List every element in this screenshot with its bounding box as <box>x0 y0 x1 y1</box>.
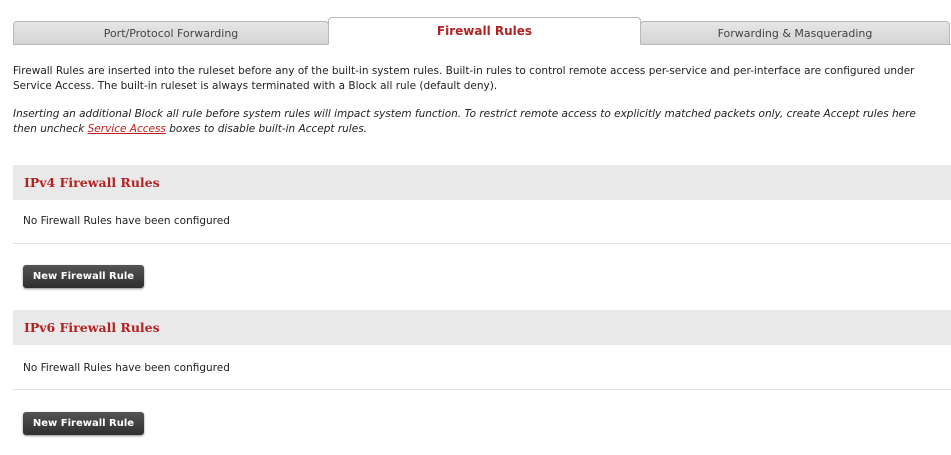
ipv4-section-header: IPv4 Firewall Rules <box>13 165 951 200</box>
tab-firewall-rules[interactable]: Firewall Rules <box>328 17 641 45</box>
ipv4-new-firewall-rule-button[interactable]: New Firewall Rule <box>23 265 144 288</box>
tab-forwarding-masquerading[interactable]: Forwarding & Masquerading <box>640 21 950 45</box>
ipv6-section-header: IPv6 Firewall Rules <box>13 310 951 345</box>
warning-text-after: boxes to disable built-in Accept rules. <box>165 123 367 135</box>
ipv6-divider <box>13 389 951 390</box>
tab-bar: Port/Protocol Forwarding Firewall Rules … <box>13 17 951 45</box>
firewall-rules-page: Port/Protocol Forwarding Firewall Rules … <box>0 0 951 455</box>
description-text: Firewall Rules are inserted into the rul… <box>13 65 915 92</box>
service-access-link[interactable]: Service Access <box>88 123 166 135</box>
ipv4-divider <box>13 243 951 244</box>
ipv6-new-firewall-rule-button[interactable]: New Firewall Rule <box>23 412 144 435</box>
tab-port-protocol-forwarding[interactable]: Port/Protocol Forwarding <box>13 21 329 45</box>
warning-text: Inserting an additional Block all rule b… <box>13 107 933 137</box>
ipv6-empty-message: No Firewall Rules have been configured <box>23 362 230 374</box>
ipv6-section-title: IPv6 Firewall Rules <box>24 320 160 335</box>
ipv4-section-title: IPv4 Firewall Rules <box>24 175 160 190</box>
ipv4-empty-message: No Firewall Rules have been configured <box>23 215 230 227</box>
